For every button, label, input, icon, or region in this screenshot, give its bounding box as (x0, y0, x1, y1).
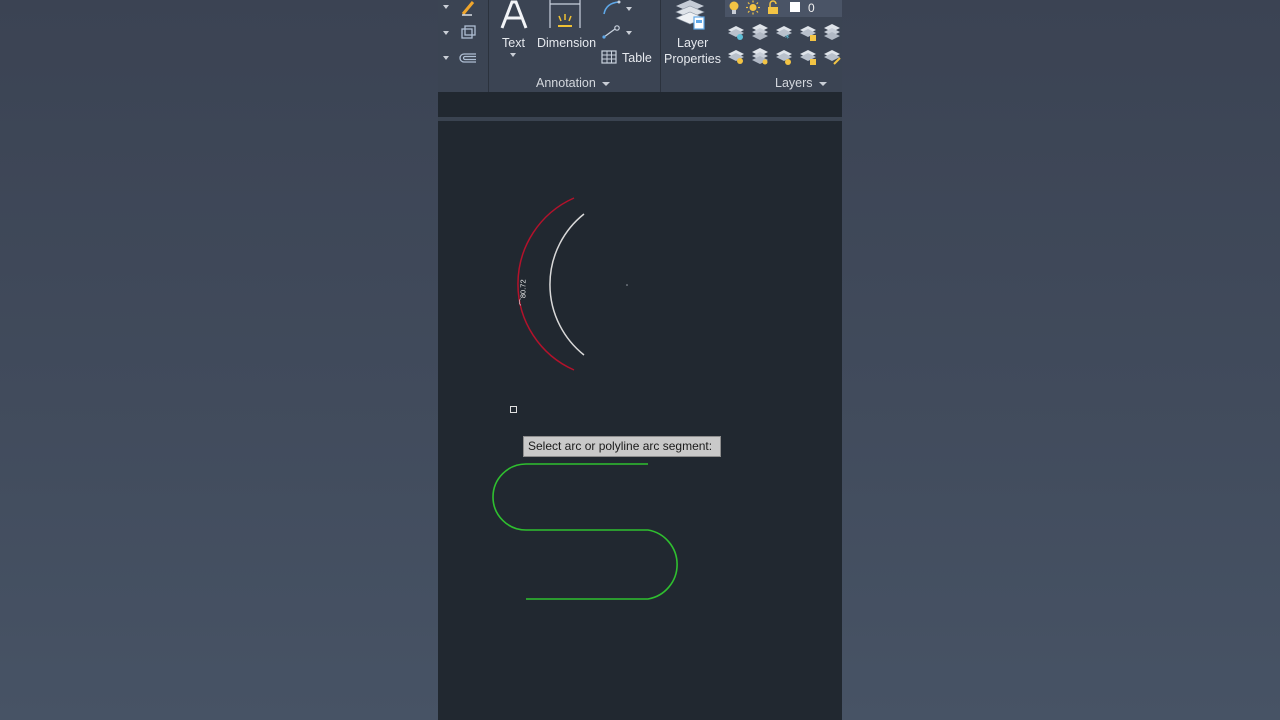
selected-arc[interactable] (549, 213, 585, 356)
command-prompt-tooltip: Select arc or polyline arc segment: (523, 436, 721, 457)
arc-length-dimension-text: ⌒80.72 (518, 279, 528, 306)
autocad-window: Text Dimension Table Annotation Layer Pr… (438, 0, 842, 720)
drawing-geometry (492, 197, 678, 600)
green-polyline[interactable] (492, 463, 678, 600)
cursor-pickbox (510, 406, 517, 413)
arc-center-point (626, 284, 628, 286)
